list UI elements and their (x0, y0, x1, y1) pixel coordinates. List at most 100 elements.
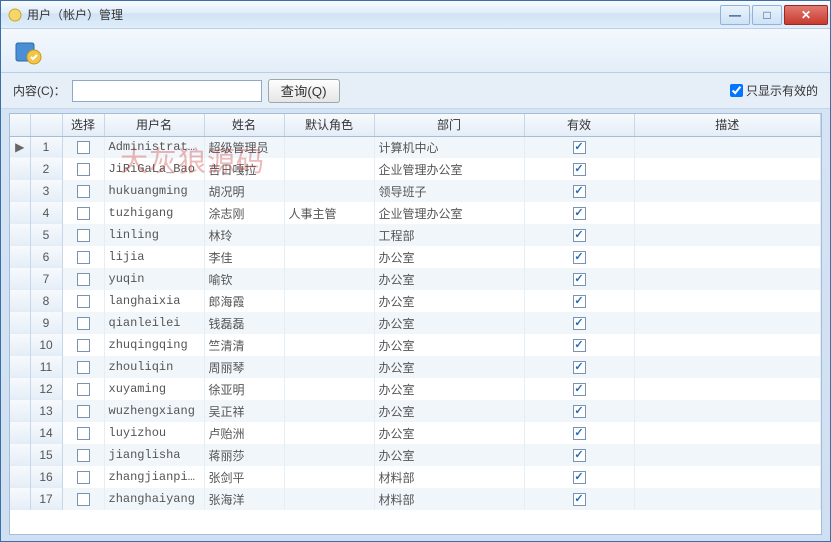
row-select-cell[interactable] (62, 444, 104, 466)
cell-description[interactable] (634, 444, 821, 466)
row-select-cell[interactable] (62, 268, 104, 290)
cell-valid[interactable] (524, 422, 634, 444)
cell-valid[interactable] (524, 488, 634, 510)
valid-checkbox[interactable] (573, 317, 586, 330)
table-row[interactable]: 12xuyaming徐亚明办公室 (10, 378, 821, 400)
select-checkbox[interactable] (77, 383, 90, 396)
cell-department[interactable]: 办公室 (374, 378, 524, 400)
cell-name[interactable]: 周丽琴 (204, 356, 284, 378)
row-select-cell[interactable] (62, 356, 104, 378)
col-header-marker[interactable] (10, 114, 30, 136)
query-button[interactable]: 查询(Q) (268, 79, 340, 103)
cell-role[interactable] (284, 356, 374, 378)
cell-description[interactable] (634, 246, 821, 268)
select-checkbox[interactable] (77, 251, 90, 264)
cell-name[interactable]: 郎海霞 (204, 290, 284, 312)
cell-role[interactable] (284, 158, 374, 180)
cell-name[interactable]: 李佳 (204, 246, 284, 268)
table-row[interactable]: 14luyizhou卢贻洲办公室 (10, 422, 821, 444)
cell-name[interactable]: 张剑平 (204, 466, 284, 488)
select-checkbox[interactable] (77, 471, 90, 484)
row-select-cell[interactable] (62, 158, 104, 180)
cell-valid[interactable] (524, 224, 634, 246)
select-checkbox[interactable] (77, 361, 90, 374)
cell-username[interactable]: zhangjianping (104, 466, 204, 488)
cell-username[interactable]: wuzhengxiang (104, 400, 204, 422)
cell-name[interactable]: 胡况明 (204, 180, 284, 202)
cell-username[interactable]: yuqin (104, 268, 204, 290)
table-row[interactable]: 13wuzhengxiang吴正祥办公室 (10, 400, 821, 422)
col-header-username[interactable]: 用户名 (104, 114, 204, 136)
cell-role[interactable] (284, 488, 374, 510)
row-select-cell[interactable] (62, 378, 104, 400)
cell-department[interactable]: 企业管理办公室 (374, 158, 524, 180)
cell-valid[interactable] (524, 400, 634, 422)
select-checkbox[interactable] (77, 207, 90, 220)
cell-name[interactable]: 吴正祥 (204, 400, 284, 422)
cell-username[interactable]: tuzhigang (104, 202, 204, 224)
row-select-cell[interactable] (62, 246, 104, 268)
valid-checkbox[interactable] (573, 383, 586, 396)
cell-department[interactable]: 工程部 (374, 224, 524, 246)
cell-description[interactable] (634, 224, 821, 246)
cell-valid[interactable] (524, 334, 634, 356)
maximize-button[interactable]: □ (752, 5, 782, 25)
cell-department[interactable]: 材料部 (374, 466, 524, 488)
cell-valid[interactable] (524, 378, 634, 400)
cell-username[interactable]: linling (104, 224, 204, 246)
cell-description[interactable] (634, 378, 821, 400)
valid-checkbox[interactable] (573, 251, 586, 264)
select-checkbox[interactable] (77, 493, 90, 506)
row-select-cell[interactable] (62, 180, 104, 202)
cell-valid[interactable] (524, 158, 634, 180)
cell-role[interactable] (284, 224, 374, 246)
table-row[interactable]: 7yuqin喻钦办公室 (10, 268, 821, 290)
cell-description[interactable] (634, 488, 821, 510)
col-header-dept[interactable]: 部门 (374, 114, 524, 136)
table-row[interactable]: 9qianleilei钱磊磊办公室 (10, 312, 821, 334)
cell-role[interactable] (284, 466, 374, 488)
cell-description[interactable] (634, 356, 821, 378)
cell-username[interactable]: qianleilei (104, 312, 204, 334)
row-select-cell[interactable] (62, 400, 104, 422)
col-header-num[interactable] (30, 114, 62, 136)
table-row[interactable]: 5linling林玲工程部 (10, 224, 821, 246)
cell-department[interactable]: 办公室 (374, 290, 524, 312)
valid-checkbox[interactable] (573, 141, 586, 154)
select-checkbox[interactable] (77, 229, 90, 242)
cell-department[interactable]: 办公室 (374, 356, 524, 378)
cell-username[interactable]: zhanghaiyang (104, 488, 204, 510)
cell-valid[interactable] (524, 444, 634, 466)
cell-name[interactable]: 竺清清 (204, 334, 284, 356)
cell-name[interactable]: 蒋丽莎 (204, 444, 284, 466)
row-select-cell[interactable] (62, 202, 104, 224)
table-row[interactable]: 4tuzhigang涂志刚人事主管企业管理办公室 (10, 202, 821, 224)
cell-valid[interactable] (524, 268, 634, 290)
cell-role[interactable] (284, 400, 374, 422)
show-valid-only-checkbox[interactable]: 只显示有效的 (730, 82, 818, 99)
cell-description[interactable] (634, 158, 821, 180)
cell-valid[interactable] (524, 202, 634, 224)
valid-checkbox[interactable] (573, 295, 586, 308)
cell-name[interactable]: 钱磊磊 (204, 312, 284, 334)
cell-role[interactable] (284, 290, 374, 312)
cell-description[interactable] (634, 202, 821, 224)
col-header-valid[interactable]: 有效 (524, 114, 634, 136)
cell-name[interactable]: 林玲 (204, 224, 284, 246)
table-row[interactable]: 15jianglisha蒋丽莎办公室 (10, 444, 821, 466)
table-row[interactable]: 8langhaixia郎海霞办公室 (10, 290, 821, 312)
cell-description[interactable] (634, 312, 821, 334)
cell-username[interactable]: zhuqingqing (104, 334, 204, 356)
cell-description[interactable] (634, 466, 821, 488)
cell-valid[interactable] (524, 136, 634, 158)
cell-username[interactable]: JiRiGaLa_Bao (104, 158, 204, 180)
cell-description[interactable] (634, 136, 821, 158)
cell-role[interactable] (284, 334, 374, 356)
valid-checkbox[interactable] (573, 493, 586, 506)
row-select-cell[interactable] (62, 224, 104, 246)
table-row[interactable]: 17zhanghaiyang张海洋材料部 (10, 488, 821, 510)
cell-role[interactable] (284, 378, 374, 400)
cell-valid[interactable] (524, 180, 634, 202)
row-select-cell[interactable] (62, 312, 104, 334)
cell-name[interactable]: 喻钦 (204, 268, 284, 290)
